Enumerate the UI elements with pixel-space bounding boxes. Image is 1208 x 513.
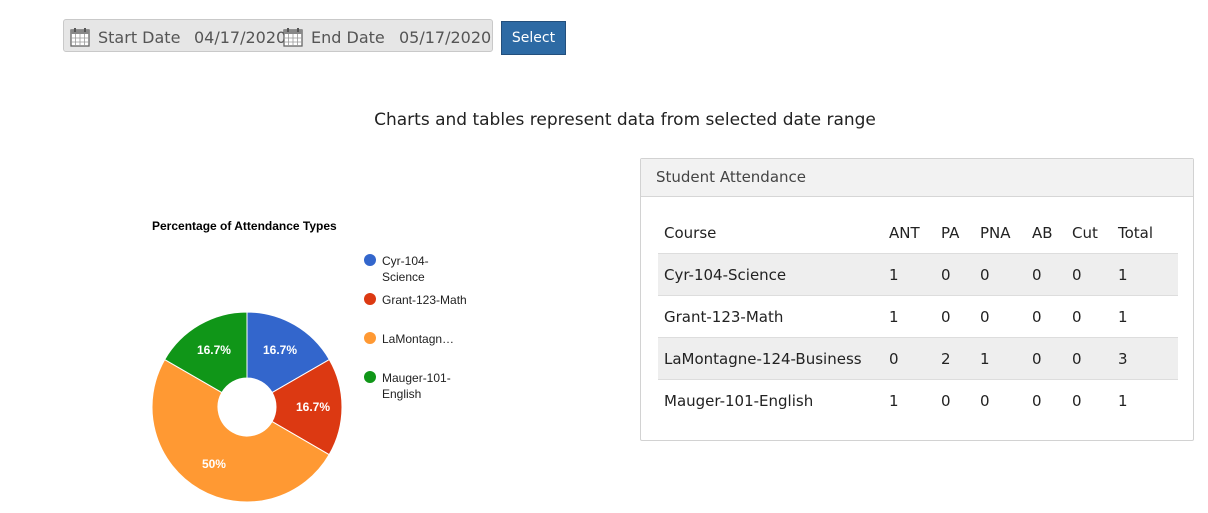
table-cell: LaMontagne-124-Business bbox=[658, 337, 888, 380]
legend-swatch bbox=[364, 332, 376, 344]
table-row: LaMontagne-124-Business 0 2 1 0 0 3 bbox=[658, 337, 1178, 380]
table-cell: Grant-123-Math bbox=[658, 295, 888, 338]
column-header: ANT bbox=[889, 224, 920, 242]
column-header: Total bbox=[1118, 224, 1154, 242]
table-cell: 0 bbox=[1071, 295, 1117, 338]
column-header: PNA bbox=[980, 224, 1011, 242]
select-button[interactable]: Select bbox=[501, 21, 566, 55]
table-cell: 0 bbox=[1031, 337, 1071, 380]
column-header: Cut bbox=[1072, 224, 1098, 242]
table-cell: 0 bbox=[1031, 295, 1071, 338]
table-cell: 1 bbox=[888, 253, 940, 296]
table-cell: 1 bbox=[1117, 253, 1178, 296]
table-cell: 0 bbox=[979, 379, 1031, 421]
table-cell: 1 bbox=[1117, 295, 1178, 338]
slice-label: 16.7% bbox=[263, 343, 297, 357]
panel-title: Student Attendance bbox=[641, 159, 1193, 197]
table-cell: 0 bbox=[888, 337, 940, 380]
table-cell: 1 bbox=[888, 379, 940, 421]
start-date-value[interactable]: 04/17/2020 bbox=[194, 28, 286, 47]
start-date-label: Start Date bbox=[98, 28, 181, 47]
legend-label: LaMontagn… bbox=[382, 332, 455, 346]
table-cell: 1 bbox=[979, 337, 1031, 380]
slice-label: 16.7% bbox=[197, 343, 231, 357]
table-cell: 0 bbox=[940, 253, 979, 296]
legend-label: Mauger-101-English bbox=[382, 371, 451, 401]
calendar-icon[interactable] bbox=[70, 27, 90, 47]
attendance-table: Course ANT PA PNA AB Cut Total Cyr-104-S… bbox=[658, 213, 1178, 421]
end-date-label: End Date bbox=[311, 28, 385, 47]
table-cell: 0 bbox=[979, 295, 1031, 338]
table-cell: 2 bbox=[940, 337, 979, 380]
column-header: PA bbox=[941, 224, 960, 242]
table-cell: 0 bbox=[1071, 253, 1117, 296]
table-cell: 0 bbox=[1071, 379, 1117, 421]
end-date-value[interactable]: 05/17/2020 bbox=[399, 28, 491, 47]
table-header-row: Course ANT PA PNA AB Cut Total bbox=[658, 213, 1178, 254]
table-cell: 0 bbox=[979, 253, 1031, 296]
chart-title: Percentage of Attendance Types bbox=[152, 219, 337, 233]
legend-label: Grant-123-Math bbox=[382, 293, 467, 307]
table-cell: 1 bbox=[1117, 379, 1178, 421]
legend-swatch bbox=[364, 293, 376, 305]
column-header: AB bbox=[1032, 224, 1053, 242]
slice-label: 16.7% bbox=[296, 400, 330, 414]
table-cell: 0 bbox=[940, 379, 979, 421]
legend-swatch bbox=[364, 254, 376, 266]
legend-swatch bbox=[364, 371, 376, 383]
table-cell: 0 bbox=[1071, 337, 1117, 380]
table-cell: 0 bbox=[1031, 253, 1071, 296]
table-cell: 1 bbox=[888, 295, 940, 338]
table-cell: Cyr-104-Science bbox=[658, 253, 888, 296]
table-row: Cyr-104-Science 1 0 0 0 0 1 bbox=[658, 253, 1178, 296]
student-attendance-panel: Student Attendance Course ANT PA PNA AB … bbox=[640, 158, 1194, 441]
date-range-filter: Start Date 04/17/2020 End Date 05/17/202… bbox=[63, 19, 493, 52]
table-row: Grant-123-Math 1 0 0 0 0 1 bbox=[658, 295, 1178, 338]
calendar-icon[interactable] bbox=[283, 27, 303, 47]
table-cell: 0 bbox=[1031, 379, 1071, 421]
column-header: Course bbox=[664, 224, 717, 242]
table-cell: 0 bbox=[940, 295, 979, 338]
table-cell: Mauger-101-English bbox=[658, 379, 888, 421]
attendance-pie-chart: 16.7% 16.7% 50% 16.7% bbox=[151, 311, 343, 503]
slice-label: 50% bbox=[202, 457, 226, 471]
legend-label: Cyr-104-Science bbox=[382, 254, 429, 284]
table-cell: 3 bbox=[1117, 337, 1178, 380]
page-headline: Charts and tables represent data from se… bbox=[374, 110, 876, 130]
table-row: Mauger-101-English 1 0 0 0 0 1 bbox=[658, 379, 1178, 421]
